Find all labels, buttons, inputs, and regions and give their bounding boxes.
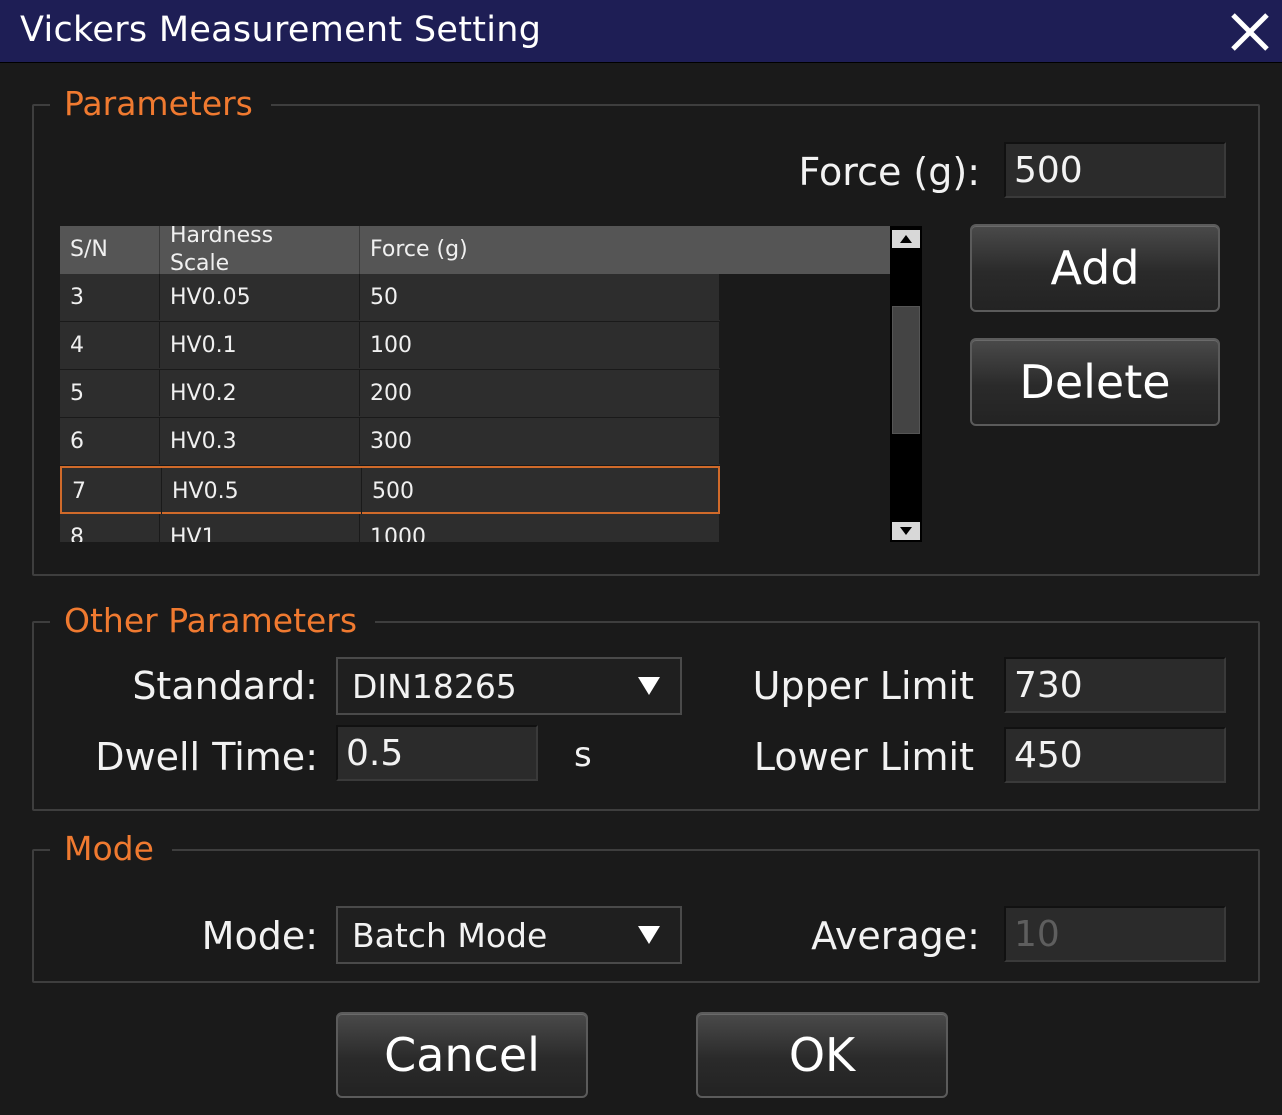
arrow-up-icon <box>900 235 912 243</box>
cell-sn: 8 <box>60 514 160 542</box>
cell-hardness-scale: HV1 <box>160 514 360 542</box>
cell-sn: 6 <box>60 418 160 464</box>
dwell-time-input[interactable]: 0.5 <box>336 725 538 781</box>
lower-limit-input[interactable]: 450 <box>1004 727 1226 783</box>
cell-force: 1000 <box>360 514 720 542</box>
cell-hardness-scale: HV0.05 <box>160 274 360 320</box>
delete-button[interactable]: Delete <box>970 338 1220 426</box>
mode-value: Batch Mode <box>352 915 548 955</box>
cell-force: 100 <box>360 322 720 368</box>
cell-force: 50 <box>360 274 720 320</box>
standard-value: DIN18265 <box>352 666 517 706</box>
lower-limit-label: Lower Limit <box>753 735 974 779</box>
column-header-force[interactable]: Force (g) <box>360 226 722 274</box>
cell-sn: 7 <box>62 468 162 514</box>
average-label: Average: <box>811 914 980 958</box>
cell-hardness-scale: HV0.2 <box>160 370 360 416</box>
cell-sn: 4 <box>60 322 160 368</box>
cell-force: 200 <box>360 370 720 416</box>
other-parameters-legend: Other Parameters <box>50 601 376 641</box>
dwell-time-unit: s <box>574 735 592 775</box>
table-row[interactable]: 7 HV0.5 500 <box>60 466 722 514</box>
standard-label: Standard: <box>132 664 318 708</box>
average-input: 10 <box>1004 906 1226 962</box>
ok-button[interactable]: OK <box>696 1012 948 1098</box>
standard-dropdown[interactable]: DIN18265 <box>336 657 682 715</box>
scroll-thumb[interactable] <box>892 306 920 434</box>
force-input[interactable]: 500 <box>1004 142 1226 198</box>
scroll-up-button[interactable] <box>892 230 920 248</box>
force-label: Force (g): <box>798 150 980 194</box>
table-row[interactable]: 3 HV0.05 50 <box>60 274 720 322</box>
table-row[interactable]: 8 HV1 1000 <box>60 514 720 542</box>
mode-legend: Mode <box>50 829 172 869</box>
table-row[interactable]: 6 HV0.3 300 <box>60 418 720 466</box>
cell-hardness-scale: HV0.5 <box>162 468 362 514</box>
upper-limit-label: Upper Limit <box>752 664 974 708</box>
cell-sn: 3 <box>60 274 160 320</box>
cancel-button[interactable]: Cancel <box>336 1012 588 1098</box>
title-bar: Vickers Measurement Setting <box>0 0 1282 63</box>
cell-sn: 5 <box>60 370 160 416</box>
table-row[interactable]: 4 HV0.1 100 <box>60 322 720 370</box>
cell-force: 500 <box>362 468 722 514</box>
table-header: S/N Hardness Scale Force (g) <box>60 226 722 276</box>
scroll-down-button[interactable] <box>892 522 920 540</box>
table-row[interactable]: 5 HV0.2 200 <box>60 370 720 418</box>
chevron-down-icon <box>638 677 660 695</box>
cell-force: 300 <box>360 418 720 464</box>
arrow-down-icon <box>900 527 912 535</box>
window-title: Vickers Measurement Setting <box>20 10 542 50</box>
table-header-filler <box>722 226 890 274</box>
close-button[interactable] <box>1228 10 1272 54</box>
add-button[interactable]: Add <box>970 224 1220 312</box>
mode-label: Mode: <box>201 914 318 958</box>
column-header-hardness-scale[interactable]: Hardness Scale <box>160 226 360 276</box>
cell-hardness-scale: HV0.1 <box>160 322 360 368</box>
upper-limit-input[interactable]: 730 <box>1004 657 1226 713</box>
cell-hardness-scale: HV0.3 <box>160 418 360 464</box>
parameters-legend: Parameters <box>50 84 271 124</box>
mode-dropdown[interactable]: Batch Mode <box>336 906 682 964</box>
chevron-down-icon <box>638 926 660 944</box>
dwell-time-label: Dwell Time: <box>95 735 318 779</box>
table-scrollbar[interactable] <box>890 226 922 542</box>
force-table: S/N Hardness Scale Force (g) 3 HV0.05 50 4 H… <box>60 226 722 542</box>
close-icon <box>1231 13 1269 51</box>
column-header-sn[interactable]: S/N <box>60 226 160 274</box>
